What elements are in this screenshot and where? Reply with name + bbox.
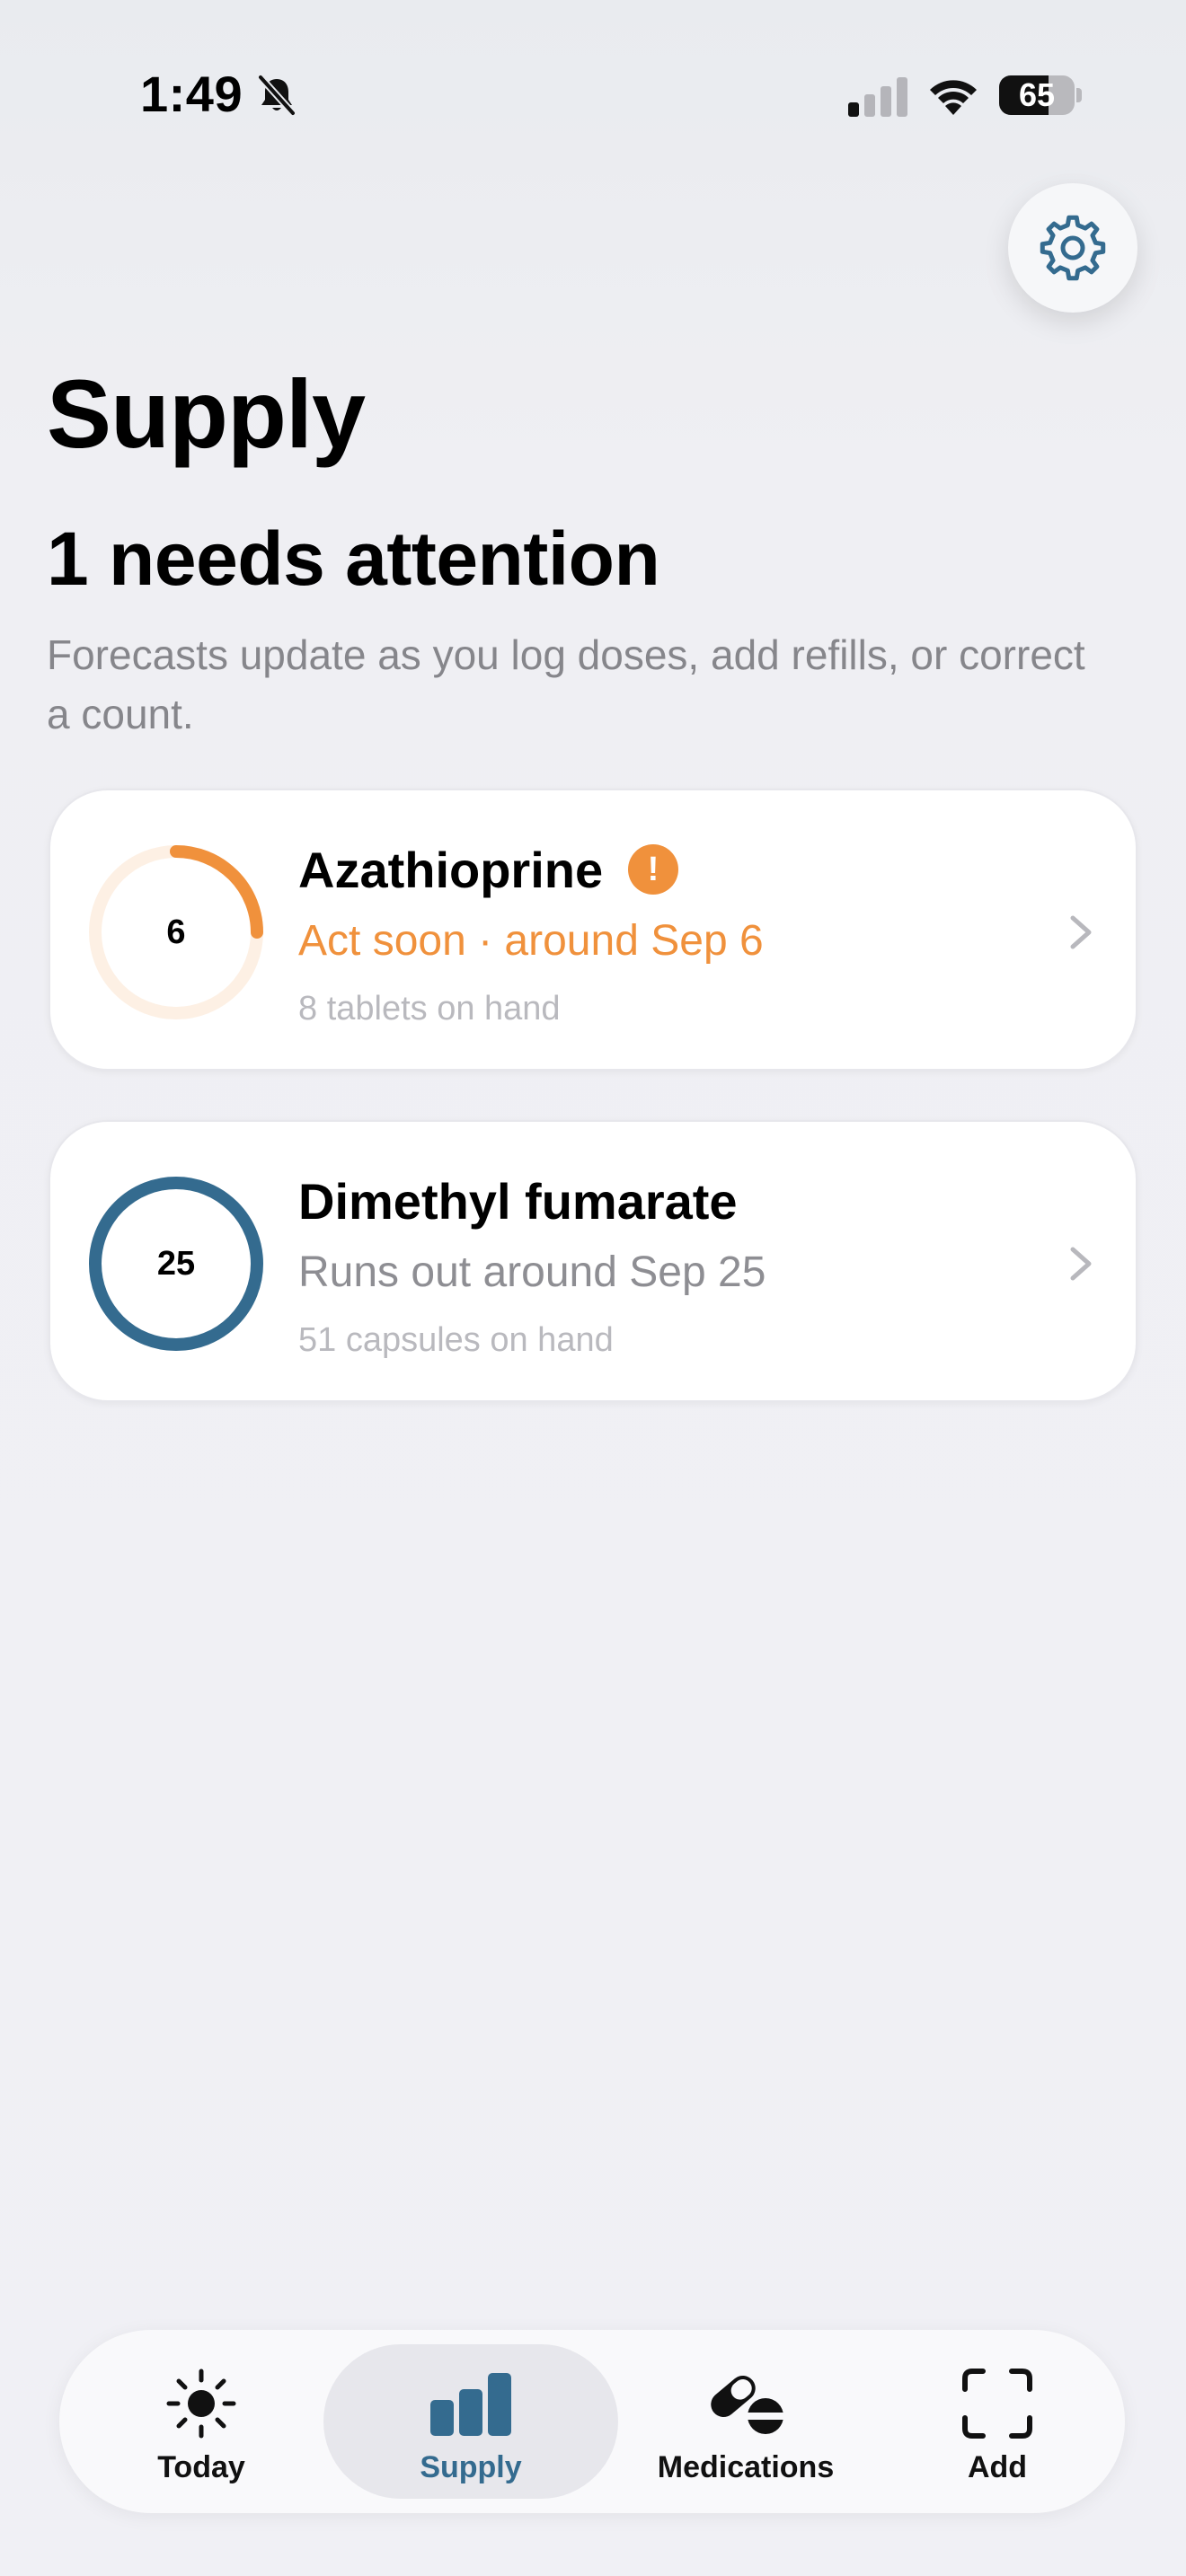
settings-button[interactable]: [1008, 183, 1137, 313]
pills-icon: [711, 2376, 785, 2434]
medication-card-azathioprine[interactable]: 6 Azathioprine ! Act soon · around Sep 6…: [49, 789, 1137, 1071]
on-hand-count: 51 capsules on hand: [298, 1321, 614, 1359]
supply-status: Act soon · around Sep 6: [298, 917, 764, 965]
medication-card-dimethyl-fumarate[interactable]: 25 Dimethyl fumarate Runs out around Sep…: [49, 1120, 1137, 1402]
on-hand-count: 8 tablets on hand: [298, 990, 561, 1028]
tab-label: Medications: [657, 2450, 835, 2484]
tab-today[interactable]: Today: [102, 2330, 300, 2513]
gear-icon: [1040, 215, 1106, 281]
tab-medications[interactable]: Medications: [618, 2330, 873, 2513]
bar-chart-icon: [430, 2373, 511, 2436]
days-remaining: 25: [156, 1245, 196, 1283]
sun-icon: [166, 2369, 236, 2439]
tab-bar: Today Supply Medications Add: [59, 2330, 1125, 2513]
scan-frame-icon: [962, 2369, 1032, 2439]
battery-icon: 65: [999, 75, 1082, 115]
medication-name: Dimethyl fumarate: [298, 1173, 738, 1230]
attention-heading: 1 needs attention: [47, 516, 660, 601]
cellular-signal-icon: [848, 77, 907, 117]
tab-label: Today: [157, 2450, 245, 2484]
page-subtitle: Forecasts update as you log doses, add r…: [47, 631, 1085, 737]
tab-supply[interactable]: Supply: [323, 2330, 618, 2513]
medication-name: Azathioprine: [298, 842, 604, 898]
tab-label: Add: [967, 2450, 1028, 2484]
chevron-right-icon: [1070, 1247, 1092, 1281]
battery-percent: 65: [1018, 76, 1056, 113]
page-title: Supply: [47, 359, 366, 468]
days-remaining: 6: [166, 913, 186, 951]
status-time: 1:49: [140, 66, 243, 122]
wifi-icon: [930, 80, 977, 115]
tab-label: Supply: [420, 2450, 522, 2484]
chevron-right-icon: [1070, 915, 1092, 949]
bell-muted-icon: [258, 75, 296, 116]
supply-status: Runs out around Sep 25: [298, 1248, 766, 1296]
tab-add[interactable]: Add: [907, 2330, 1087, 2513]
status-bar: 1:49 65: [0, 0, 1186, 189]
warning-icon: !: [628, 844, 678, 895]
